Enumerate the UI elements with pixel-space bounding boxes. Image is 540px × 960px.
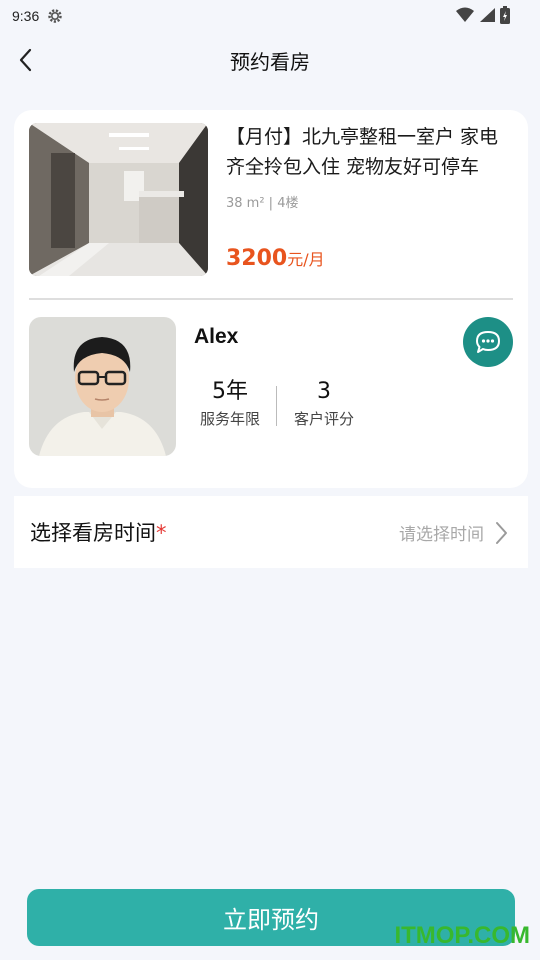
rating-value: 3 [317, 379, 331, 404]
page-title: 预约看房 [230, 49, 310, 74]
select-time-placeholder[interactable]: 请选择时间 [399, 520, 484, 545]
nav-bar: 预约看房 [0, 36, 540, 84]
chevron-right-icon[interactable] [494, 520, 508, 546]
service-years-value: 5年 [212, 379, 248, 404]
rating-label: 客户评分 [293, 410, 354, 428]
stat-customer-rating: 3 客户评分 [286, 378, 362, 430]
booking-card: 【月付】北九亭整租一室户 家电齐全拎包入住 宠物友好可停车 38 m² | 4楼… [14, 110, 528, 488]
status-bar: 9:36 [0, 0, 540, 32]
stat-separator [276, 386, 277, 426]
listing-meta: 38 m² | 4楼 [226, 196, 299, 211]
select-time-label-text: 选择看房时间 [30, 521, 156, 545]
house-photo[interactable] [29, 123, 208, 276]
stat-service-years: 5年 服务年限 [194, 378, 266, 430]
status-time: 9:36 [12, 8, 40, 24]
wifi-icon [456, 7, 474, 22]
listing-price: 3200元/月 [226, 246, 325, 271]
select-time-row[interactable]: 选择看房时间* 请选择时间 [14, 496, 528, 568]
status-icons [456, 6, 510, 24]
listing-title[interactable]: 【月付】北九亭整租一室户 家电齐全拎包入住 宠物友好可停车 [226, 122, 514, 182]
card-divider [29, 298, 513, 300]
service-years-label: 服务年限 [199, 410, 260, 428]
gear-icon [48, 9, 62, 23]
house-photo-image [29, 123, 208, 276]
price-value: 3200 [226, 246, 288, 271]
agent-name: Alex [194, 325, 239, 348]
battery-icon [500, 6, 510, 24]
signal-icon [480, 8, 495, 22]
agent-avatar-image [29, 317, 176, 456]
price-unit: 元/月 [287, 250, 325, 269]
chat-bubble-icon [476, 331, 500, 353]
select-time-label: 选择看房时间* [30, 517, 167, 547]
agent-avatar[interactable] [29, 317, 176, 456]
chat-button[interactable] [463, 317, 513, 367]
watermark: ITMOP.COM [394, 922, 530, 949]
required-mark: * [156, 521, 167, 545]
chevron-left-icon[interactable] [14, 46, 40, 74]
